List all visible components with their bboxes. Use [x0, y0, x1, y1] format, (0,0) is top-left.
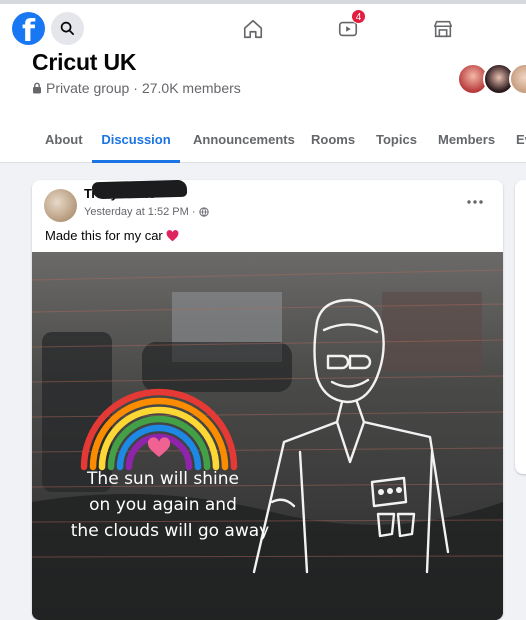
top-navigation-bar: f 4 — [0, 0, 526, 50]
post-photo[interactable]: The sun will shine on you again and the … — [32, 252, 503, 620]
more-dots-icon — [467, 200, 483, 204]
tab-about[interactable]: About — [45, 120, 83, 162]
group-privacy: Private group — [46, 80, 130, 96]
store-icon — [433, 20, 453, 38]
post-text: Made this for my car — [45, 228, 179, 243]
member-avatars[interactable] — [455, 63, 526, 95]
tab-announcements[interactable]: Announcements — [193, 120, 295, 162]
decal-caption-line: The sun will shine — [86, 469, 239, 489]
tab-members[interactable]: Members — [438, 120, 495, 162]
post-message: Made this for my car — [45, 228, 163, 243]
decal-caption-line: the clouds will go away — [71, 521, 269, 541]
member-count[interactable]: 27.0K members — [142, 80, 241, 96]
tab-label: Topics — [376, 132, 417, 147]
author-avatar[interactable] — [44, 189, 77, 222]
watch-tab[interactable]: 4 — [333, 9, 366, 44]
facebook-logo-letter: f — [21, 14, 36, 45]
globe-icon — [198, 207, 209, 217]
decal-caption-line: on you again and — [89, 495, 237, 515]
post-meta: Yesterday at 1:52 PM · — [84, 206, 209, 218]
tab-label: Announcements — [193, 132, 295, 147]
tab-label: Discussion — [101, 132, 171, 147]
tab-label: About — [45, 132, 83, 147]
tab-discussion[interactable]: Discussion — [92, 120, 180, 163]
active-tab-indicator — [92, 160, 180, 163]
search-icon — [60, 21, 74, 35]
side-panel-card — [515, 180, 526, 474]
heart-emoji — [166, 229, 179, 241]
meta-separator: · — [133, 80, 138, 96]
tab-label: Ev — [516, 132, 526, 147]
home-icon — [243, 19, 263, 39]
tab-label: Rooms — [311, 132, 356, 147]
group-meta: Private group · 27.0K members — [32, 80, 241, 96]
lock-icon — [33, 82, 41, 94]
post-timestamp[interactable]: Yesterday at 1:52 PM · — [84, 206, 196, 218]
notification-badge: 4 — [351, 9, 366, 24]
tab-events[interactable]: Ev — [516, 120, 526, 162]
tab-label: Members — [438, 132, 496, 147]
group-title: Cricut UK — [32, 49, 137, 75]
post-card: Tracy Marie Yesterday at 1:52 PM · Made … — [32, 180, 503, 620]
search-button[interactable] — [51, 12, 84, 45]
car-window-decal-image: The sun will shine on you again and the … — [32, 252, 503, 620]
avatar — [509, 63, 526, 95]
tab-rooms[interactable]: Rooms — [311, 120, 355, 162]
home-tab[interactable] — [238, 14, 268, 44]
facebook-logo[interactable]: f — [12, 12, 45, 45]
post-options-button[interactable] — [462, 192, 488, 212]
marketplace-tab[interactable] — [428, 14, 458, 44]
group-header: Cricut UK Private group · 27.0K members … — [0, 49, 526, 163]
tab-topics[interactable]: Topics — [376, 120, 417, 162]
redaction-mark — [91, 180, 188, 200]
